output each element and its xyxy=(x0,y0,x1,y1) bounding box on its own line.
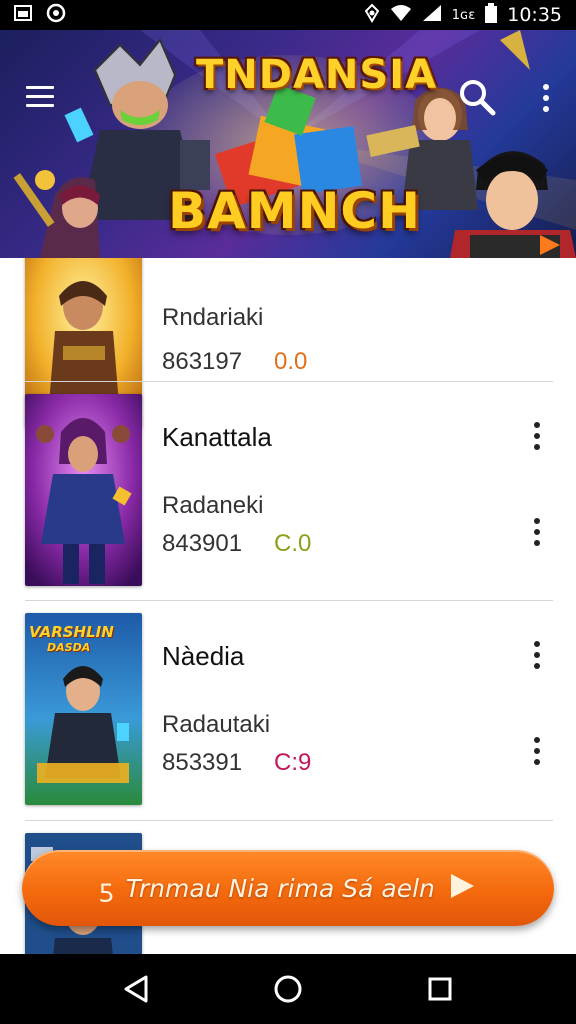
home-icon[interactable] xyxy=(268,969,308,1009)
banner-title-main: BAMNCH xyxy=(168,182,421,240)
banner-character-archer xyxy=(13,170,100,258)
signal-icon xyxy=(422,4,442,26)
item-more-icon[interactable] xyxy=(530,737,544,771)
item-thumbnail: VARSHLIN DASDA xyxy=(25,613,142,805)
more-vert-icon[interactable] xyxy=(536,84,556,114)
item-badge: C.0 xyxy=(274,530,312,557)
item-title: Kanattala xyxy=(162,422,272,452)
list-item[interactable]: Rndariaki 863197 0.0 xyxy=(0,258,576,428)
cta-label: Trnmau Nia rima Sá aeln xyxy=(125,873,435,903)
item-title: Nàedia xyxy=(162,641,245,671)
nfc-icon xyxy=(364,3,380,27)
battery-icon xyxy=(485,3,498,27)
list-item[interactable]: VARSHLIN DASDA Nàedia Radautaki 853391 C… xyxy=(0,605,576,825)
poster-title: VARSHLIN xyxy=(29,623,114,641)
gallery-icon xyxy=(14,5,32,25)
wifi-icon xyxy=(390,4,412,26)
cta-lead-glyph: ƽ xyxy=(99,873,114,903)
play-icon xyxy=(447,872,477,905)
item-subtitle: Radaneki xyxy=(162,492,264,519)
banner-title-top: TNDANSIA xyxy=(196,52,438,98)
item-subtitle: Rndariaki xyxy=(162,304,264,331)
hamburger-menu-icon[interactable] xyxy=(26,86,54,110)
item-more-icon[interactable] xyxy=(530,422,544,456)
clock: 10:35 xyxy=(507,4,562,26)
item-number: 843901 xyxy=(162,530,243,557)
system-nav-bar xyxy=(0,954,576,1024)
list-item[interactable]: Kanattala Radaneki 843901 C.0 xyxy=(0,386,576,606)
item-badge: 0.0 xyxy=(274,348,308,375)
header-banner: TNDANSIA BAMNCH xyxy=(0,30,576,258)
item-more-icon[interactable] xyxy=(530,641,544,675)
item-thumbnail xyxy=(25,394,142,586)
primary-cta-button[interactable]: ƽ Trnmau Nia rima Sá aeln xyxy=(22,850,554,926)
item-badge: C:9 xyxy=(274,749,312,776)
back-icon[interactable] xyxy=(116,969,156,1009)
divider xyxy=(25,381,553,382)
status-bar: 1ɢɛ 10:35 xyxy=(0,0,576,30)
divider xyxy=(25,820,553,821)
item-number: 863197 xyxy=(162,348,243,375)
search-icon[interactable] xyxy=(458,78,496,116)
item-more-icon[interactable] xyxy=(530,518,544,552)
app-notification-icon xyxy=(46,3,66,27)
poster-subtitle: DASDA xyxy=(47,641,91,654)
recents-icon[interactable] xyxy=(420,969,460,1009)
item-number: 853391 xyxy=(162,749,243,776)
carrier-text: 1ɢɛ xyxy=(451,7,476,23)
divider xyxy=(25,600,553,601)
item-subtitle: Radautaki xyxy=(162,711,271,738)
